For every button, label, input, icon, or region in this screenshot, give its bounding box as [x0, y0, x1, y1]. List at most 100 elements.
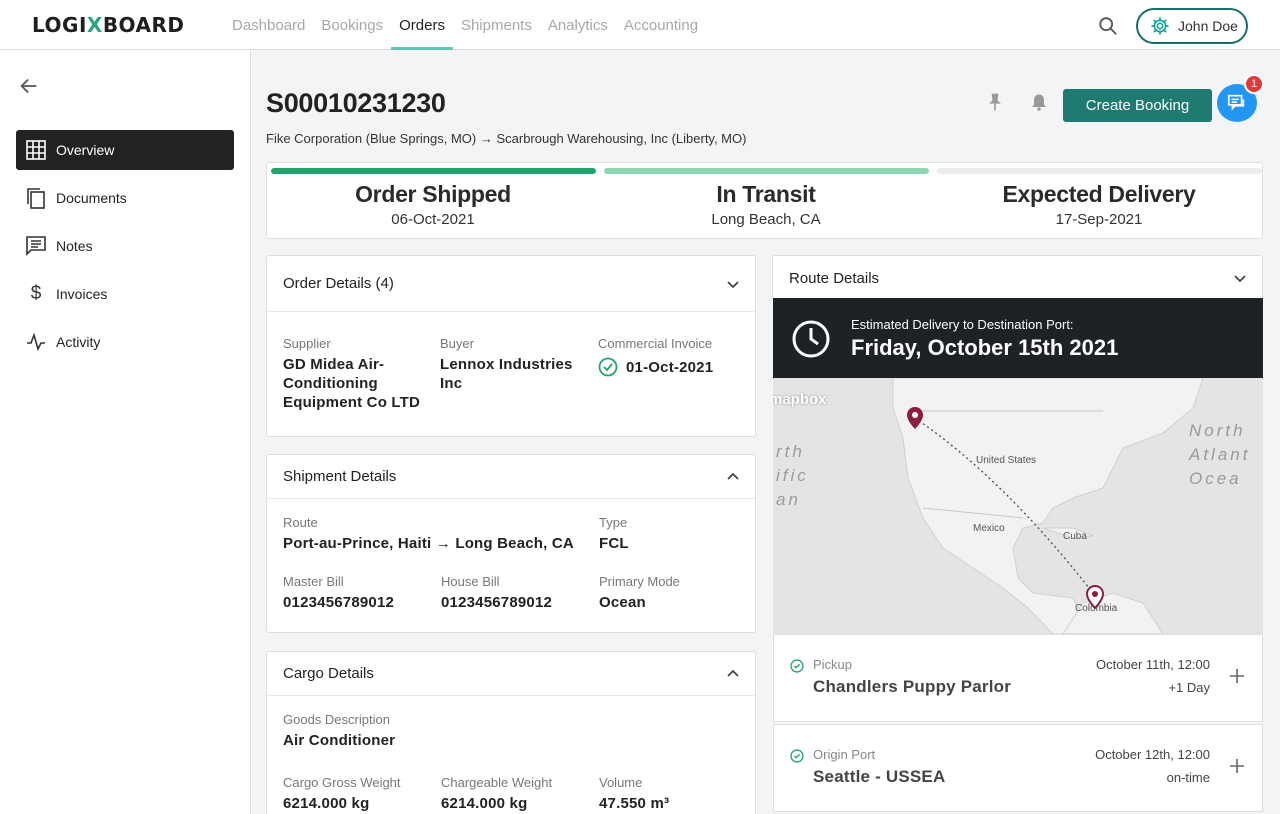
status-value: 17-Sep-2021: [1055, 211, 1143, 228]
primary-mode-field: Primary Mode Ocean: [599, 574, 680, 612]
status-in-transit: In Transit Long Beach, CA: [600, 163, 929, 240]
order-details-header[interactable]: Order Details (4): [267, 256, 755, 312]
pin-icon[interactable]: [985, 92, 1005, 112]
check-circle-icon: [790, 659, 804, 673]
documents-icon: [26, 188, 46, 209]
status-bar-in-progress: [604, 168, 929, 174]
commercial-invoice-field: Commercial Invoice 01-Oct-2021: [598, 336, 748, 377]
plus-icon[interactable]: [1228, 757, 1246, 775]
route-field: Route Port-au-Prince, Haiti → Long Beach…: [283, 515, 593, 553]
field-label: Primary Mode: [599, 574, 680, 589]
invoice-value-row: 01-Oct-2021: [598, 357, 748, 377]
logo-text-x: X: [86, 13, 103, 37]
ocean-label-line: an: [776, 490, 801, 509]
status-label: In Transit: [716, 181, 816, 207]
order-details-card: Order Details (4) Supplier GD Midea Air-…: [266, 255, 756, 437]
field-value: FCL: [599, 535, 629, 552]
chevron-down-icon[interactable]: [1232, 270, 1248, 286]
nav-bookings[interactable]: Bookings: [313, 0, 391, 50]
nav-orders[interactable]: Orders: [391, 0, 453, 50]
plus-icon[interactable]: [1228, 667, 1246, 685]
field-value: Port-au-Prince, Haiti → Long Beach, CA: [283, 535, 574, 552]
stop-time: October 12th, 12:00: [1095, 747, 1210, 762]
bell-icon[interactable]: [1029, 92, 1049, 112]
order-route-summary: Fike Corporation (Blue Springs, MO) → Sc…: [266, 131, 747, 146]
shipment-details-header[interactable]: Shipment Details: [267, 455, 755, 499]
chat-icon: [1227, 94, 1245, 111]
logo-text-pre: LOGI: [32, 13, 87, 37]
sidebar-item-invoices[interactable]: $ Invoices: [16, 274, 234, 314]
ocean-label-line: North: [1189, 421, 1246, 440]
nav-accounting[interactable]: Accounting: [616, 0, 706, 50]
ocean-label-line: Atlant: [1189, 445, 1251, 464]
sidebar-item-notes[interactable]: Notes: [16, 226, 234, 266]
sidebar-item-label: Documents: [56, 190, 127, 206]
buyer-field: Buyer Lennox Industries Inc: [440, 336, 580, 393]
stop-delta: +1 Day: [1168, 680, 1210, 695]
stop-type: Origin Port: [813, 747, 876, 762]
stop-name: Chandlers Puppy Parlor: [813, 677, 1012, 696]
status-value: Long Beach, CA: [711, 211, 821, 228]
map-label-mexico: Mexico: [973, 523, 1005, 534]
sidebar-item-activity[interactable]: Activity: [16, 322, 234, 362]
ocean-label-line: ific: [776, 466, 809, 485]
ocean-label-line: Ocea: [1189, 469, 1242, 488]
type-field: Type FCL: [599, 515, 629, 553]
chevron-up-icon[interactable]: [725, 469, 741, 485]
back-arrow-icon[interactable]: [18, 75, 40, 97]
ocean-label-line: rth: [776, 442, 805, 461]
nav-dashboard[interactable]: Dashboard: [224, 0, 313, 50]
page-title: S00010231230: [266, 88, 446, 118]
sidebar-item-documents[interactable]: Documents: [16, 178, 234, 218]
eta-label: Estimated Delivery to Destination Port:: [851, 317, 1074, 332]
status-bar-complete: [271, 168, 596, 174]
check-circle-icon: [598, 357, 618, 377]
route-map[interactable]: United States Mexico Cuba Colombia rth i…: [773, 378, 1263, 634]
supplier-field: Supplier GD Midea Air-Conditioning Equip…: [283, 336, 433, 412]
destination-map-pin-icon[interactable]: [1086, 585, 1104, 609]
status-bar-pending: [937, 168, 1262, 174]
dollar-icon: $: [30, 283, 42, 304]
status-order-shipped: Order Shipped 06-Oct-2021: [267, 163, 596, 240]
notes-icon: [26, 236, 46, 256]
check-circle-icon: [790, 749, 804, 763]
status-value: 06-Oct-2021: [391, 211, 475, 228]
cargo-details-header[interactable]: Cargo Details: [267, 652, 755, 696]
field-value: 0123456789012: [441, 594, 553, 611]
field-label: Supplier: [283, 336, 331, 351]
master-bill-field: Master Bill 0123456789012: [283, 574, 394, 612]
map-label-united-states: United States: [976, 455, 1037, 466]
sidebar-item-label: Overview: [56, 142, 115, 158]
eta-banner: Estimated Delivery to Destination Port: …: [773, 298, 1263, 378]
field-value: 47.550 m³: [599, 795, 670, 812]
sidebar-item-overview[interactable]: Overview: [16, 130, 234, 170]
logixboard-logo[interactable]: LOGIXBOARD: [32, 13, 185, 37]
field-value: 6214.000 kg: [441, 795, 528, 812]
status-expected-delivery: Expected Delivery 17-Sep-2021: [933, 163, 1262, 240]
shipment-details-card: Shipment Details Route Port-au-Prince, H…: [266, 454, 756, 633]
nav-analytics[interactable]: Analytics: [540, 0, 616, 50]
sidebar: Overview Documents Notes $ Invoices Acti…: [0, 50, 251, 814]
card-title: Cargo Details: [283, 665, 374, 682]
stop-time: October 11th, 12:00: [1096, 657, 1210, 672]
chargeable-weight-field: Chargeable Weight 6214.000 kg: [441, 775, 552, 813]
origin-map-pin-icon[interactable]: [906, 406, 924, 430]
chevron-up-icon[interactable]: [725, 666, 741, 682]
field-label: Volume: [599, 775, 643, 790]
chevron-down-icon[interactable]: [725, 276, 741, 292]
map-land-shapes: [773, 378, 1263, 634]
user-menu-button[interactable]: John Doe: [1136, 8, 1248, 44]
field-label: House Bill: [441, 574, 500, 589]
activity-icon: [26, 332, 46, 352]
search-icon[interactable]: [1097, 15, 1119, 37]
field-value: GD Midea Air-Conditioning Equipment Co L…: [283, 356, 421, 411]
create-booking-button[interactable]: Create Booking: [1063, 89, 1212, 122]
route-details-header[interactable]: Route Details: [772, 255, 1263, 299]
field-value: Lennox Industries Inc: [440, 356, 573, 392]
field-label: Buyer: [440, 336, 474, 351]
sidebar-item-label: Invoices: [56, 286, 108, 302]
nav-shipments[interactable]: Shipments: [453, 0, 540, 50]
field-value: 6214.000 kg: [283, 795, 370, 812]
field-label: Route: [283, 515, 318, 530]
sidebar-item-label: Notes: [56, 238, 93, 254]
